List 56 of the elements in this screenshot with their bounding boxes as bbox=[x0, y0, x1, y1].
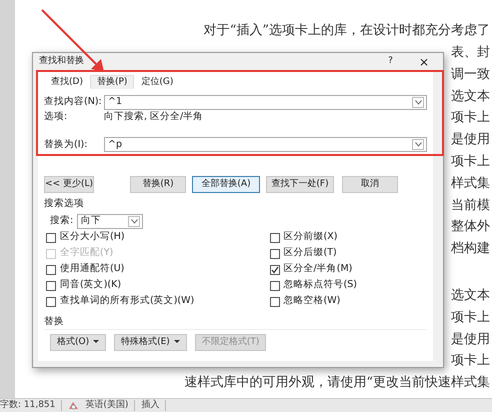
document-text: 样式集 bbox=[451, 174, 490, 193]
field-label: 替换为(I): bbox=[44, 138, 88, 152]
document-text: 项卡上 bbox=[451, 109, 490, 128]
search-direction-label: 搜索: bbox=[50, 214, 74, 228]
dialog-button[interactable]: << 更少(L) bbox=[44, 176, 94, 194]
document-text: 速样式库中的可用外观，请使用“更改当前快速样式集 bbox=[184, 374, 490, 392]
proofing-icon[interactable] bbox=[68, 400, 80, 411]
section-title: 搜索选项 bbox=[44, 197, 85, 212]
dialog-title: 查找和替换 bbox=[39, 55, 85, 68]
checkbox-option[interactable]: 区分后缀(T) bbox=[270, 246, 357, 262]
document-text: 是使用 bbox=[451, 330, 490, 348]
input-field[interactable]: ^1 bbox=[104, 95, 427, 110]
caret-icon bbox=[414, 142, 422, 148]
dialog-button[interactable]: 查找下一处(F) bbox=[266, 176, 334, 194]
direction-select[interactable]: 向下 bbox=[77, 214, 144, 228]
caret-icon bbox=[130, 218, 138, 224]
document-text: 是使用 bbox=[451, 131, 490, 150]
language-indicator[interactable]: 英语(美国) bbox=[85, 398, 128, 412]
dropdown-button[interactable] bbox=[412, 97, 424, 108]
document-text: 选文本 bbox=[451, 88, 490, 106]
document-text: 选文本 bbox=[451, 286, 490, 305]
dialog-button[interactable]: 取消 bbox=[342, 176, 398, 194]
mode-indicator[interactable]: 插入 bbox=[141, 398, 160, 412]
field-label: 查找内容(N): bbox=[44, 95, 103, 110]
document-text: 档构建 bbox=[451, 240, 490, 258]
dialog-button[interactable]: 替换(R) bbox=[130, 176, 186, 194]
checkmark-icon bbox=[270, 266, 279, 274]
checkbox-option[interactable]: 区分大小写(H) bbox=[46, 230, 194, 246]
document-text: 当前模 bbox=[451, 196, 490, 215]
document-text: 项卡上 bbox=[451, 308, 490, 327]
section-title: 替换 bbox=[44, 314, 427, 330]
format-button[interactable]: 格式(O) bbox=[50, 334, 106, 351]
options-summary: 向下搜索, 区分全/半角 bbox=[104, 110, 204, 124]
checkbox-option[interactable]: 同音(英文)(K) bbox=[46, 278, 194, 294]
document-text: 对于“插入”选项卡上的库，在设计时都充分考虑了 bbox=[204, 22, 490, 40]
document-text: 调一致 bbox=[451, 66, 490, 84]
close-button[interactable]: × bbox=[418, 53, 429, 71]
tab[interactable]: 替换(P) bbox=[90, 75, 134, 89]
checkbox-option[interactable]: 区分全/半角(M) bbox=[270, 262, 357, 278]
word-count[interactable]: 字数: 11,851 bbox=[0, 398, 56, 412]
input-field[interactable]: ^p bbox=[104, 137, 427, 152]
dialog-button[interactable]: 全部替换(A) bbox=[192, 176, 260, 194]
document-text: 项卡上 bbox=[451, 352, 490, 370]
checkbox-option[interactable]: 查找单词的所有形式(英文)(W) bbox=[46, 294, 194, 310]
options-label: 选项: bbox=[44, 110, 68, 124]
checkbox-option[interactable]: 使用通配符(U) bbox=[46, 262, 194, 278]
help-button[interactable]: ? bbox=[388, 55, 393, 69]
caret-icon bbox=[414, 100, 422, 105]
checkbox-option[interactable]: 区分前缀(X) bbox=[270, 230, 357, 246]
document-text: 表、封 bbox=[451, 44, 490, 62]
document-text: 项卡上 bbox=[451, 152, 490, 171]
dropdown-button[interactable] bbox=[412, 139, 424, 150]
format-button[interactable]: 特殊格式(E) bbox=[114, 334, 187, 351]
checkbox-option[interactable]: 忽略空格(W) bbox=[270, 294, 357, 310]
document-text: 整体外 bbox=[451, 218, 490, 236]
checkbox-option[interactable]: 忽略标点符号(S) bbox=[270, 278, 357, 294]
